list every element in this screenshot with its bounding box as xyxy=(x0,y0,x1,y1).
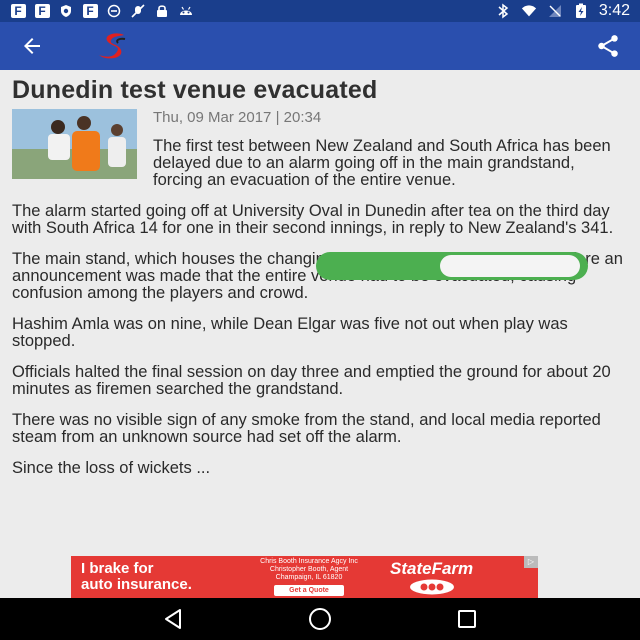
toggle-overlay-knob[interactable] xyxy=(440,255,580,277)
arrow-back-icon xyxy=(24,38,40,54)
ad-headline-line: auto insurance. xyxy=(81,576,192,593)
ad-cta-button[interactable]: Get a Quote xyxy=(274,585,344,596)
flipboard-icon: F xyxy=(34,4,50,18)
ad-choices-icon[interactable]: ▷ xyxy=(524,556,538,568)
back-button[interactable] xyxy=(16,30,48,62)
article-header-row: Thu, 09 Mar 2017 | 20:34 The first test … xyxy=(12,109,628,189)
no-mic-icon xyxy=(130,4,146,18)
article-paragraph: There was no visible sign of any smoke f… xyxy=(12,411,601,446)
android-icon xyxy=(178,4,194,18)
article: Dunedin test venue evacuated Thu, 09 Mar… xyxy=(12,70,628,556)
share-button[interactable] xyxy=(592,30,624,62)
clock: 3:42 xyxy=(598,2,630,19)
article-paragraph: Since the loss of wickets ... xyxy=(12,459,211,477)
article-paragraph: The alarm started going off at Universit… xyxy=(12,202,614,237)
ad-agency-name: Chris Booth Insurance Agcy Inc xyxy=(260,558,358,565)
article-intro-block: Thu, 09 Mar 2017 | 20:34 The first test … xyxy=(153,109,628,189)
ad-agency-info: Chris Booth Insurance Agcy Inc Christoph… xyxy=(244,558,374,596)
toggle-overlay[interactable] xyxy=(316,252,588,280)
nav-home-icon xyxy=(308,608,331,630)
nav-back-icon xyxy=(165,609,182,629)
system-icons: 3:42 xyxy=(495,2,630,20)
notification-icons: F F F xyxy=(10,4,194,18)
article-paragraph: Hashim Amla was on nine, while Dean Elga… xyxy=(12,315,568,350)
ad-headline: I brake for auto insurance. xyxy=(71,561,236,593)
ad-banner[interactable]: I brake for auto insurance. Chris Booth … xyxy=(71,556,538,598)
ad-location: Champaign, IL 61820 xyxy=(275,574,343,581)
navigation-bar xyxy=(0,598,640,640)
ad-brand: StateFarm xyxy=(390,559,473,595)
article-image[interactable] xyxy=(12,109,137,179)
nav-recents-button[interactable] xyxy=(447,599,487,639)
article-headline: Dunedin test venue evacuated xyxy=(12,76,378,104)
nav-recents-icon xyxy=(457,610,476,628)
ad-headline-line: I brake for xyxy=(81,560,154,577)
battery-charging-icon xyxy=(573,3,589,18)
article-intro: The first test between New Zealand and S… xyxy=(153,137,611,189)
lock-icon xyxy=(154,4,170,18)
status-bar: F F F 3:42 xyxy=(0,0,640,22)
ad-brand-name: StateFarm xyxy=(390,559,474,578)
share-icon xyxy=(598,35,618,57)
nav-home-button[interactable] xyxy=(300,599,340,639)
no-signal-icon xyxy=(547,4,563,18)
flipboard-icon: F xyxy=(82,4,98,18)
flipboard-icon: F xyxy=(10,4,26,18)
app-bar xyxy=(0,22,640,70)
article-body: The alarm started going off at Universit… xyxy=(12,203,628,477)
ad-agent: Christopher Booth, Agent xyxy=(269,566,349,573)
article-paragraph: Officials halted the final session on da… xyxy=(12,363,611,398)
circle-dash-icon xyxy=(106,4,122,18)
wifi-icon xyxy=(521,4,537,18)
bluetooth-icon xyxy=(495,3,511,19)
nav-back-button[interactable] xyxy=(153,599,193,639)
supersport-logo xyxy=(94,31,134,61)
article-dateline: Thu, 09 Mar 2017 | 20:34 xyxy=(153,109,322,126)
shield-icon xyxy=(58,4,74,18)
statefarm-logo-icon xyxy=(409,579,454,595)
